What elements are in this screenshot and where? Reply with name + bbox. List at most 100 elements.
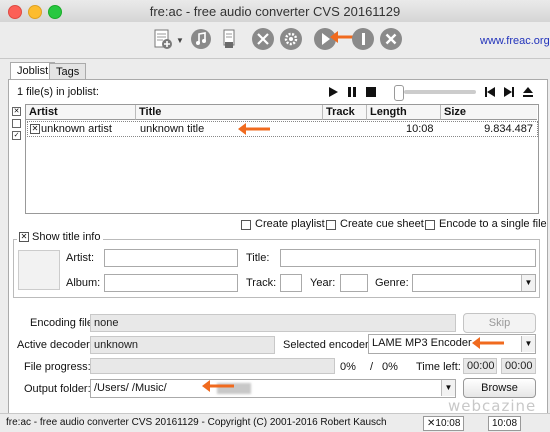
table-row[interactable]: ✕ unknown artist unknown title 10:08 9.8… — [27, 121, 538, 137]
file-progress-bar — [90, 358, 335, 374]
add-cd-button[interactable] — [188, 26, 214, 52]
artist-label: Artist: — [66, 252, 95, 264]
time-left-total: 00:00 — [501, 358, 536, 374]
track-label: Track: — [246, 277, 277, 289]
annotation-arrow-icon — [202, 380, 234, 392]
previous-track-icon — [485, 87, 495, 97]
file-progress-label: File progress: — [24, 361, 91, 373]
toggle-selection-checkbox[interactable]: ✓ — [12, 131, 21, 140]
create-playlist-checkbox[interactable] — [241, 220, 251, 230]
active-decoder-field: unknown — [90, 336, 275, 354]
selected-encoder-label: Selected encoder: — [283, 339, 372, 351]
column-header-artist[interactable]: Artist — [26, 105, 136, 120]
browse-button[interactable]: Browse — [463, 378, 536, 398]
create-playlist-label: Create playlist — [255, 218, 325, 230]
add-files-button[interactable] — [150, 26, 176, 52]
pause-button[interactable] — [345, 85, 359, 102]
eject-button[interactable] — [521, 85, 535, 102]
show-title-info-checkbox[interactable]: ✕ — [19, 232, 29, 242]
title-field[interactable] — [280, 249, 536, 267]
show-title-info-label: Show title info — [32, 231, 101, 243]
tools-button[interactable] — [250, 26, 276, 52]
joblist-table[interactable]: Artist Title Track Length Size ✕ unknown… — [25, 104, 539, 214]
album-field[interactable] — [104, 274, 238, 292]
encoding-file-label: Encoding file: — [30, 317, 97, 329]
website-link[interactable]: www.freac.org — [480, 35, 550, 47]
music-note-icon — [191, 29, 211, 49]
eject-icon — [523, 87, 533, 97]
stop-icon — [366, 87, 376, 97]
year-label: Year: — [310, 277, 336, 289]
status-text: fre:ac - free audio converter CVS 201611… — [6, 417, 387, 428]
column-header-size[interactable]: Size — [441, 105, 537, 120]
column-header-track[interactable]: Track — [323, 105, 367, 120]
annotation-arrow-icon — [238, 123, 270, 135]
output-folder-label: Output folder: — [24, 383, 91, 395]
status-total-length: 10:08 — [488, 416, 522, 431]
create-cue-sheet-checkbox[interactable] — [326, 220, 336, 230]
stop-button[interactable] — [364, 85, 378, 102]
cell-size: 9.834.487 — [484, 123, 533, 135]
active-decoder-label: Active decoder: — [17, 339, 93, 351]
encoder-select-value: LAME MP3 Encoder — [372, 337, 472, 349]
select-none-checkbox[interactable] — [12, 119, 21, 128]
column-header-title[interactable]: Title — [136, 105, 323, 120]
window-title: fre:ac - free audio converter CVS 201611… — [149, 4, 401, 19]
joblist-count: 1 file(s) in joblist: — [17, 86, 99, 98]
file-remove-icon — [223, 29, 235, 48]
chevron-down-icon: ▼ — [521, 336, 535, 352]
output-folder-field[interactable]: /Users/ /Music/ ▼ — [90, 379, 456, 398]
folder-button[interactable] — [216, 26, 242, 52]
artist-field[interactable] — [104, 249, 238, 267]
status-bar: fre:ac - free audio converter CVS 201611… — [0, 413, 550, 432]
pause-icon — [352, 28, 374, 50]
column-header-length[interactable]: Length — [367, 105, 441, 120]
play-button[interactable] — [326, 85, 340, 102]
chevron-down-icon: ▼ — [441, 380, 455, 396]
genre-select[interactable]: ▼ — [412, 274, 536, 292]
title-bar: fre:ac - free audio converter CVS 201611… — [0, 0, 550, 23]
chevron-down-icon: ▼ — [521, 275, 535, 291]
pause-icon — [348, 87, 356, 97]
year-field[interactable] — [340, 274, 368, 292]
pause-encoding-button[interactable] — [350, 26, 376, 52]
cell-title: unknown title — [140, 123, 205, 135]
settings-button[interactable] — [278, 26, 304, 52]
gear-icon — [280, 28, 302, 50]
encode-single-file-checkbox[interactable] — [425, 220, 435, 230]
skip-button[interactable]: Skip — [463, 313, 536, 333]
encode-single-file-label: Encode to a single file — [439, 218, 547, 230]
output-folder-value: /Users/ /Music/ — [94, 382, 167, 394]
row-checkbox[interactable]: ✕ — [30, 124, 40, 134]
next-track-button[interactable] — [502, 85, 516, 102]
progress-separator: / — [370, 361, 374, 373]
stop-icon — [380, 28, 402, 50]
playback-slider-knob[interactable] — [394, 85, 404, 101]
toolbar: ▼ www.freac.org — [0, 22, 550, 59]
create-cue-sheet-label: Create cue sheet — [340, 218, 424, 230]
encoder-select[interactable]: LAME MP3 Encoder ▼ — [368, 334, 536, 354]
tools-icon — [252, 28, 274, 50]
cell-length: 10:08 — [406, 123, 434, 135]
status-selected-length: ✕10:08 — [423, 416, 465, 431]
select-all-checkbox[interactable]: ✕ — [12, 107, 21, 116]
total-progress-percent: 0% — [382, 361, 398, 373]
album-label: Album: — [66, 277, 101, 289]
cell-artist: unknown artist — [41, 123, 112, 135]
genre-label: Genre: — [375, 277, 409, 289]
cover-art[interactable] — [18, 250, 60, 290]
stop-encoding-button[interactable] — [378, 26, 404, 52]
time-left-file: 00:00 — [463, 358, 497, 374]
time-left-label: Time left: — [416, 361, 461, 373]
previous-track-button[interactable] — [483, 85, 497, 102]
play-icon — [329, 87, 338, 97]
file-progress-percent: 0% — [340, 361, 356, 373]
next-track-icon — [504, 87, 514, 97]
encoding-file-field: none — [90, 314, 456, 332]
title-label: Title: — [246, 252, 270, 264]
add-files-icon — [154, 29, 172, 49]
playback-slider[interactable] — [404, 90, 476, 94]
dropdown-arrow-icon[interactable]: ▼ — [176, 36, 184, 45]
annotation-arrow-icon — [472, 337, 504, 349]
track-field[interactable] — [280, 274, 302, 292]
